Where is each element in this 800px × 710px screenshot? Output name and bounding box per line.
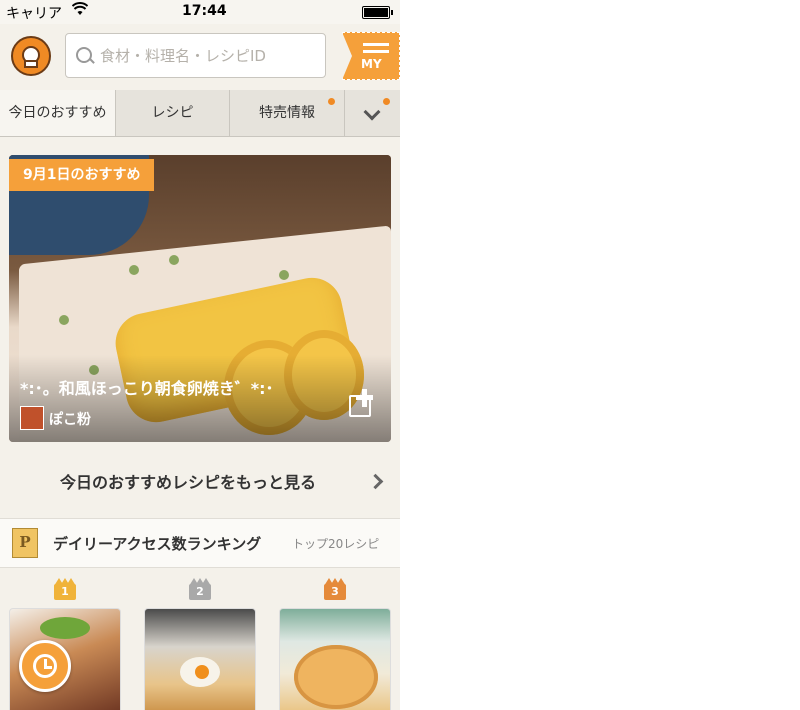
history-clock-button[interactable] xyxy=(19,640,71,692)
tab-label: 特売情報 xyxy=(259,105,315,121)
more-recipes-link[interactable]: 今日のおすすめレシピをもっと見る xyxy=(0,452,400,508)
author-name: ぽこ粉 xyxy=(49,412,91,428)
egg-yolk xyxy=(195,665,209,679)
ranking-subtitle: トップ20レシピ xyxy=(292,537,380,551)
tab-sale-info[interactable]: 特売情報 xyxy=(230,90,345,136)
tab-today[interactable]: 今日のおすすめ xyxy=(0,90,116,136)
date-badge: 9月1日のおすすめ xyxy=(9,159,155,191)
carrier-label: キャリア xyxy=(6,6,62,22)
add-to-folder-icon[interactable] xyxy=(349,389,379,417)
tab-label: レシピ xyxy=(151,105,194,121)
chevron-down-icon xyxy=(363,103,381,121)
status-time: 17:44 xyxy=(182,3,227,19)
app-screen: キャリア 17:44 MY 今日のおすすめ レシピ 特売情報 xyxy=(0,0,400,710)
plus-horizontal xyxy=(356,395,373,400)
crown-silver-icon: 2 xyxy=(189,578,211,600)
tab-bar: 今日のおすすめ レシピ 特売情報 xyxy=(0,90,400,137)
wifi-icon xyxy=(71,2,89,20)
chevron-right-icon xyxy=(367,473,384,490)
rank-2-thumbnail[interactable] xyxy=(144,608,256,710)
menu-line-icon xyxy=(363,43,389,46)
plate-dot xyxy=(169,255,179,265)
garnish xyxy=(40,617,90,639)
ranking-title: デイリーアクセス数ランキング xyxy=(53,535,262,553)
ranking-header[interactable]: P デイリーアクセス数ランキング トップ20レシピ xyxy=(0,518,400,568)
tab-more[interactable] xyxy=(345,90,400,136)
crown-gold-icon: 1 xyxy=(54,578,76,600)
author-avatar xyxy=(20,406,44,430)
hat-band xyxy=(24,60,38,68)
rank-number: 1 xyxy=(61,585,69,598)
app-header: MY xyxy=(0,24,400,90)
notification-dot xyxy=(383,98,390,105)
battery-icon xyxy=(362,6,393,19)
plate-dot xyxy=(279,270,289,280)
my-label: MY xyxy=(361,57,382,71)
premium-icon: P xyxy=(12,528,38,558)
rank-3-thumbnail[interactable] xyxy=(279,608,391,710)
clock-hand xyxy=(44,666,52,669)
ribbon-notch xyxy=(342,32,352,80)
status-bar: キャリア 17:44 xyxy=(0,0,400,24)
pancake xyxy=(294,645,378,709)
rank-number: 3 xyxy=(331,585,339,598)
notification-dot xyxy=(328,98,335,105)
featured-recipe-card[interactable]: 9月1日のおすすめ *:･。和風ほっこり朝食卵焼き゛*:･ ぽこ粉 xyxy=(9,155,391,442)
crown-bronze-icon: 3 xyxy=(324,578,346,600)
tab-label: 今日のおすすめ xyxy=(8,105,107,121)
ranking-thumbnails: 1 2 3 xyxy=(0,572,400,710)
recipe-title: *:･。和風ほっこり朝食卵焼き゛*:･ xyxy=(20,379,274,398)
my-menu-button[interactable]: MY xyxy=(342,32,400,80)
search-icon xyxy=(76,47,92,63)
search-box[interactable] xyxy=(65,33,326,78)
plate-dot xyxy=(59,315,69,325)
tab-recipes[interactable]: レシピ xyxy=(116,90,230,136)
chef-hat-logo-icon[interactable] xyxy=(11,36,51,76)
menu-line-icon xyxy=(363,50,389,53)
rank-number: 2 xyxy=(196,585,204,598)
search-input[interactable] xyxy=(98,43,322,69)
more-link-label: 今日のおすすめレシピをもっと見る xyxy=(60,473,317,492)
plate-dot xyxy=(129,265,139,275)
